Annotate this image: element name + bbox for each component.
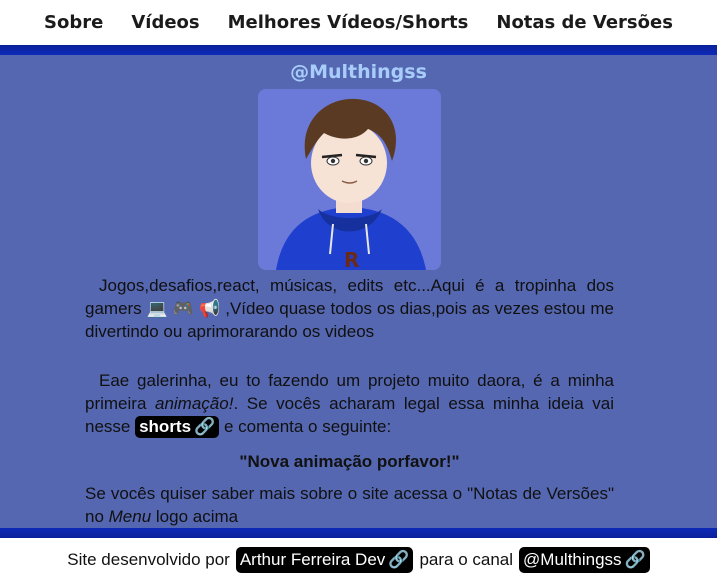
nav-sobre[interactable]: Sobre [44,12,103,33]
site-info-text-2: logo acima [151,507,239,526]
author-link-label: Arthur Ferreira Dev [239,550,386,569]
author-link[interactable]: Arthur Ferreira Dev 🔗 [235,547,414,573]
bottom-divider-band [0,528,717,538]
animation-paragraph: Eae galerinha, eu to fazendo um projeto … [85,369,614,438]
animation-emphasis: animação! [155,394,234,413]
top-nav: Sobre Vídeos Melhores Vídeos/Shorts Nota… [0,0,717,45]
avatar-illustration: R [258,89,441,270]
nav-melhores-videos[interactable]: Melhores Vídeos/Shorts [228,12,469,33]
top-divider-band [0,45,717,55]
channel-link-label: @Multhingss [523,550,622,569]
avatar: R [258,89,441,270]
channel-link[interactable]: @Multhingss 🔗 [519,547,650,573]
footer-text-for-channel: para o canal [419,550,514,569]
channel-handle: @Multhingss [290,61,427,83]
shorts-link-label: shorts [139,417,192,436]
main-content: @Multhingss R Jogos,desafios,react, músi… [0,55,717,528]
nav-videos[interactable]: Vídeos [131,12,199,33]
footer: Site desenvolvido por Arthur Ferreira De… [0,538,717,582]
link-icon: 🔗 [624,550,646,569]
shorts-link[interactable]: shorts 🔗 [135,416,220,438]
footer-text-developed-by: Site desenvolvido por [67,550,230,569]
link-icon: 🔗 [194,417,216,436]
intro-paragraph: Jogos,desafios,react, músicas, edits etc… [85,276,614,341]
site-info-paragraph: Se vocês quiser saber mais sobre o site … [85,482,614,528]
quote-text: "Nova animação porfavor!" [239,452,460,471]
link-icon: 🔗 [388,550,410,569]
site-info-emphasis: Menu [108,507,152,526]
animation-text-3: e comenta o seguinte: [219,417,392,436]
svg-text:R: R [344,248,359,270]
nav-notas-de-versoes[interactable]: Notas de Versões [496,12,673,33]
